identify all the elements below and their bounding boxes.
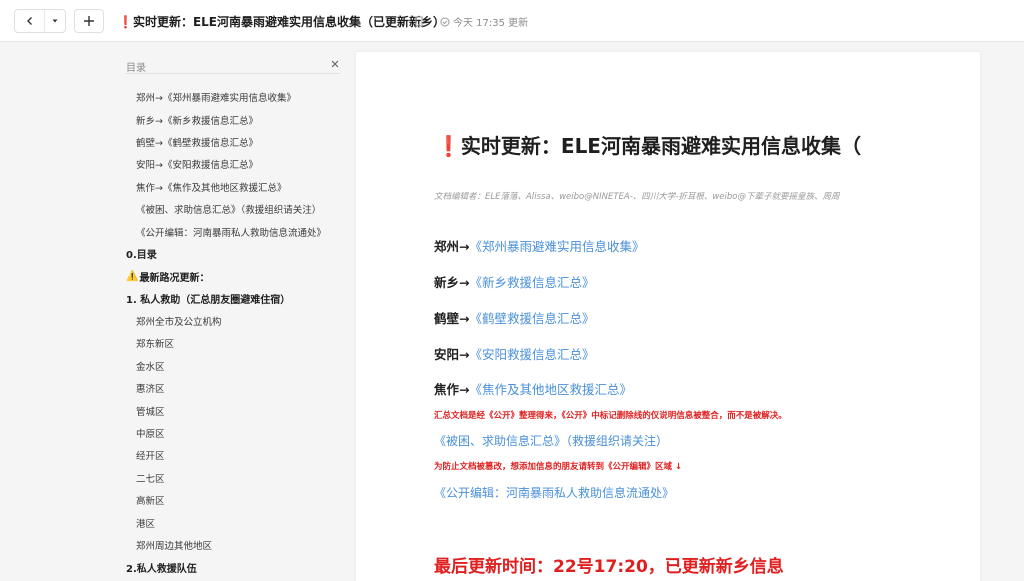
toc-item[interactable]: 鹤壁→《鹤壁救援信息汇总》 bbox=[126, 131, 346, 153]
toc-item[interactable]: 高新区 bbox=[126, 489, 346, 511]
history-nav bbox=[14, 9, 66, 33]
close-toc-button[interactable] bbox=[330, 54, 340, 73]
document-heading: ❗实时更新：ELE河南暴雨避难实用信息收集（ bbox=[436, 134, 861, 158]
toc-item[interactable]: 郑州全市及公立机构 bbox=[126, 310, 346, 332]
toc-item[interactable]: ⚠️ 最新路况更新： bbox=[126, 265, 346, 287]
close-icon bbox=[331, 60, 339, 68]
toc-item[interactable]: 港区 bbox=[126, 511, 346, 533]
toc-item[interactable]: 1. 私人救助（汇总朋友圈避难住宿） bbox=[126, 288, 346, 310]
toc-item[interactable]: 惠济区 bbox=[126, 377, 346, 399]
toc-item[interactable]: 安阳→《安阳救援信息汇总》 bbox=[126, 153, 346, 175]
toc-sidebar: 目录 郑州→《郑州暴雨避难实用信息收集》 新乡→《新乡救援信息汇总》 鹤壁→《鹤… bbox=[0, 42, 356, 581]
caret-down-icon bbox=[52, 19, 58, 23]
top-bar: ❗实时更新：ELE河南暴雨避难实用信息收集（已更新新乡） 今天 17:35 更新 bbox=[0, 0, 1024, 42]
summary-note: 汇总文档是经《公开》整理得来，《公开》中标记删除线的仅说明信息被整合，而不是被解… bbox=[434, 411, 787, 421]
city-line-anyang: 安阳→《安阳救援信息汇总》 bbox=[434, 347, 595, 362]
doc-title-bar: ❗实时更新：ELE河南暴雨避难实用信息收集（已更新新乡） bbox=[118, 13, 445, 30]
back-button[interactable] bbox=[15, 10, 45, 32]
doc-link[interactable]: 《安阳救援信息汇总》 bbox=[469, 347, 594, 362]
editors-line: 文档编辑者：ELE落落、Alissa、weibo@NINETEA-、四川大学-折… bbox=[434, 192, 840, 202]
new-doc-button[interactable] bbox=[74, 9, 104, 33]
toc-item[interactable]: 金水区 bbox=[126, 355, 346, 377]
toc-item[interactable]: 管城区 bbox=[126, 399, 346, 421]
toc-item[interactable]: 焦作→《焦作及其他地区救援汇总》 bbox=[126, 176, 346, 198]
toc-item[interactable]: 新乡→《新乡救援信息汇总》 bbox=[126, 108, 346, 130]
toc-header: 目录 bbox=[126, 56, 340, 74]
toc-label: 目录 bbox=[126, 63, 146, 74]
exclamation-icon: ❗ bbox=[118, 15, 133, 29]
check-circle-icon bbox=[440, 17, 450, 26]
doc-link[interactable]: 《焦作及其他地区救援汇总》 bbox=[469, 382, 632, 397]
toc-item[interactable]: 2.私人救援队伍 bbox=[126, 556, 346, 578]
toc-item[interactable]: 0.目录 bbox=[126, 243, 346, 265]
toc-item[interactable]: 《被困、求助信息汇总》（救援组织请关注） bbox=[126, 198, 346, 220]
toc-item[interactable]: 中原区 bbox=[126, 422, 346, 444]
toc-list: 郑州→《郑州暴雨避难实用信息收集》 新乡→《新乡救援信息汇总》 鹤壁→《鹤壁救援… bbox=[126, 86, 346, 579]
update-status: 今天 17:35 更新 bbox=[440, 14, 528, 29]
document-page: ❗实时更新：ELE河南暴雨避难实用信息收集（ 文档编辑者：ELE落落、Aliss… bbox=[356, 52, 980, 581]
edit-note: 为防止文档被篡改，想添加信息的朋友请转到《公开编辑》区域 ↓ bbox=[434, 462, 683, 472]
exclamation-icon: ❗ bbox=[436, 134, 461, 158]
city-line-zhengzhou: 郑州→《郑州暴雨避难实用信息收集》 bbox=[434, 239, 645, 254]
warning-icon: ⚠️ bbox=[126, 270, 139, 282]
city-line-jiaozuo: 焦作→《焦作及其他地区救援汇总》 bbox=[434, 382, 632, 397]
doc-link[interactable]: 《鹤壁救援信息汇总》 bbox=[469, 311, 594, 326]
chevron-left-icon bbox=[26, 17, 32, 25]
update-time: 今天 17:35 更新 bbox=[453, 18, 529, 29]
bookmark-icon bbox=[415, 16, 423, 29]
help-info-link[interactable]: 《被困、求助信息汇总》（救援组织请关注） bbox=[434, 432, 668, 449]
toc-item[interactable]: 郑东新区 bbox=[126, 332, 346, 354]
doc-title-text: 实时更新：ELE河南暴雨避难实用信息收集（已更新新乡） bbox=[132, 15, 445, 29]
city-line-xinxiang: 新乡→《新乡救援信息汇总》 bbox=[434, 275, 595, 290]
last-update-text: 最后更新时间：22号17:20，已更新新乡信息 bbox=[434, 557, 784, 577]
public-edit-link[interactable]: 《公开编辑：河南暴雨私人救助信息流通处》 bbox=[434, 484, 674, 501]
doc-link[interactable]: 《新乡救援信息汇总》 bbox=[469, 275, 594, 290]
plus-icon bbox=[84, 16, 94, 26]
city-line-hebi: 鹤壁→《鹤壁救援信息汇总》 bbox=[434, 311, 595, 326]
bookmark-button[interactable] bbox=[414, 13, 424, 32]
toc-item[interactable]: 二七区 bbox=[126, 467, 346, 489]
toc-item[interactable]: 郑州→《郑州暴雨避难实用信息收集》 bbox=[126, 86, 346, 108]
doc-link[interactable]: 《郑州暴雨避难实用信息收集》 bbox=[469, 239, 644, 254]
toc-item[interactable]: 《公开编辑：河南暴雨私人救助信息流通处》 bbox=[126, 220, 346, 242]
toc-item[interactable]: 经开区 bbox=[126, 444, 346, 466]
toc-item[interactable]: 郑州周边其他地区 bbox=[126, 534, 346, 556]
history-dropdown-button[interactable] bbox=[45, 10, 65, 32]
